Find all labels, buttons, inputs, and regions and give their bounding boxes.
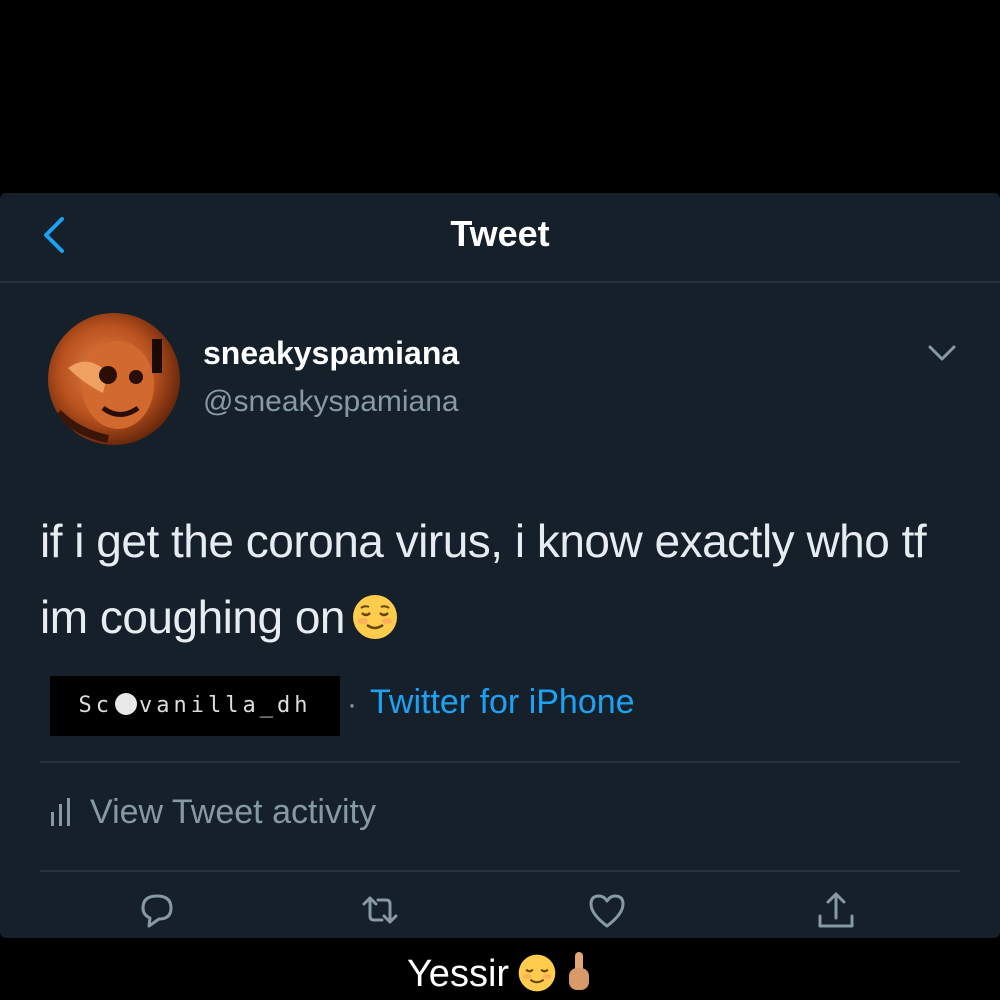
nav-bar: Tweet [0, 193, 1000, 283]
avatar[interactable] [48, 313, 180, 445]
relieved-face-emoji-icon [518, 954, 556, 992]
reply-icon[interactable] [135, 888, 179, 932]
view-tweet-activity-label: View Tweet activity [90, 793, 376, 831]
bar-chart-icon [51, 797, 70, 826]
heart-icon[interactable] [585, 888, 629, 932]
share-icon[interactable] [814, 888, 858, 932]
chevron-down-icon[interactable] [920, 339, 964, 367]
tweet-text: if i get the corona virus, i know exactl… [40, 503, 960, 656]
author-handle[interactable]: @sneakyspamiana [203, 385, 459, 419]
view-tweet-activity-button[interactable]: View Tweet activity [50, 793, 376, 832]
snapchat-username: vanilla_dh [139, 693, 312, 718]
tweet-actions [0, 888, 1000, 938]
relieved-face-emoji-icon [352, 595, 397, 640]
author-display-name[interactable]: sneakyspamiana [203, 335, 459, 372]
tweet-body: if i get the corona virus, i know exactl… [40, 515, 927, 644]
ghost-icon [115, 693, 138, 715]
divider [40, 870, 960, 872]
tweet-screen: Tweet sneakyspamiana @sneakyspamiana if … [0, 193, 1000, 938]
retweet-icon[interactable] [358, 888, 402, 932]
meta-separator: · [347, 688, 357, 721]
pointing-up-hand-icon [569, 952, 590, 990]
divider [40, 761, 960, 763]
caption-text: Yessir [406, 953, 510, 995]
meme-caption: Yessir [0, 950, 1000, 996]
snapchat-username-overlay: Sc vanilla_dh [50, 676, 340, 736]
tweet-source-link[interactable]: Twitter for iPhone [370, 683, 635, 722]
snapchat-prefix: Sc [78, 693, 114, 718]
page-title: Tweet [450, 213, 550, 254]
